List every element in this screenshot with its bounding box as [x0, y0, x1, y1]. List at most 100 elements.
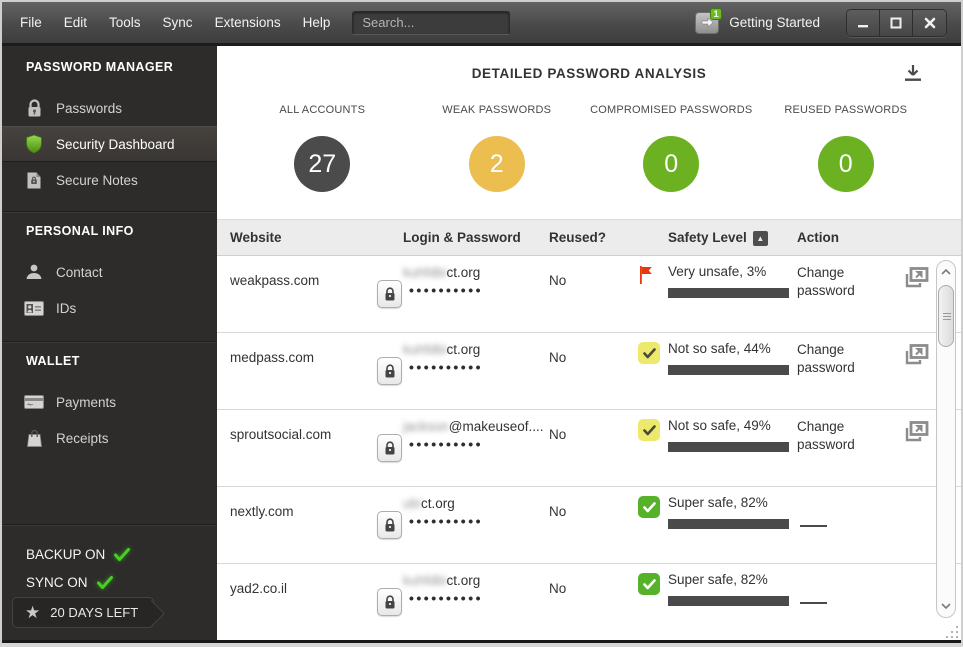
sync-status[interactable]: SYNC ON: [26, 570, 113, 594]
sidebar-item-payments[interactable]: Payments: [2, 384, 217, 420]
open-website-icon[interactable]: [903, 342, 930, 369]
sidebar-item-label: Security Dashboard: [56, 136, 175, 152]
password-mask: ••••••••••: [409, 590, 484, 606]
col-safety-level[interactable]: Safety Level ▲: [668, 230, 768, 246]
menu-sync[interactable]: Sync: [163, 15, 193, 30]
star-icon: ★: [25, 603, 41, 622]
scrollbar-thumb[interactable]: [938, 285, 954, 347]
yellow-check-icon: [638, 342, 660, 364]
backup-status-label: BACKUP ON: [26, 546, 106, 562]
lock-icon: [385, 594, 394, 608]
table-row[interactable]: weakpass.com kuhfdbict.org •••••••••• No…: [217, 256, 961, 333]
stat-compromised-passwords: COMPROMISED PASSWORDS 0: [584, 104, 759, 192]
lock-icon: [24, 98, 44, 118]
section-password-manager: PASSWORD MANAGER: [26, 60, 174, 74]
export-report-icon[interactable]: [903, 63, 923, 83]
stat-circle-compromised-passwords: 0: [643, 136, 700, 192]
minimize-button[interactable]: [847, 9, 880, 36]
website-cell: nextly.com: [230, 504, 294, 519]
table-row[interactable]: yad2.co.il kuhfdbict.org •••••••••• No S…: [217, 564, 961, 640]
menu-tools[interactable]: Tools: [109, 15, 141, 30]
safety-level-text: Not so safe, 44%: [668, 341, 771, 356]
stat-label: COMPROMISED PASSWORDS: [590, 104, 753, 116]
no-action-dash: [800, 525, 827, 527]
stat-all-accounts: ALL ACCOUNTS 27: [235, 104, 410, 192]
stat-label: WEAK PASSWORDS: [442, 104, 552, 116]
login-cell: jackson@makeuseof....: [403, 419, 544, 434]
credit-card-icon: [24, 392, 44, 412]
scroll-down-icon[interactable]: [937, 597, 955, 615]
window-bottom-frame: [2, 640, 961, 643]
col-website[interactable]: Website: [230, 230, 282, 245]
col-reused[interactable]: Reused?: [549, 230, 606, 245]
table-row[interactable]: sproutsocial.com jackson@makeuseof.... •…: [217, 410, 961, 487]
open-website-icon[interactable]: [903, 419, 930, 446]
lock-icon: [385, 286, 394, 300]
redacted-login: kuhfdbi: [403, 342, 447, 357]
change-password-link[interactable]: Change password: [797, 341, 885, 377]
website-cell: medpass.com: [230, 350, 315, 365]
safety-level-text: Not so safe, 49%: [668, 418, 771, 433]
redacted-login: ubi: [403, 496, 422, 511]
password-mask: ••••••••••: [409, 282, 484, 298]
lock-icon: [385, 517, 394, 531]
sidebar-divider: [2, 524, 217, 526]
sidebar-item-secure-notes[interactable]: Secure Notes: [2, 162, 217, 198]
password-mask: ••••••••••: [409, 513, 484, 529]
menu-help[interactable]: Help: [303, 15, 331, 30]
sidebar-item-contact[interactable]: Contact: [2, 254, 217, 290]
stat-circle-reused-passwords: 0: [817, 136, 874, 192]
safety-level-bar: [668, 596, 789, 606]
no-action-dash: [800, 602, 827, 604]
sidebar-item-label: Receipts: [56, 430, 109, 446]
safety-level-text: Very unsafe, 3%: [668, 264, 767, 279]
website-cell: sproutsocial.com: [230, 427, 332, 442]
green-check-icon: [96, 575, 113, 589]
menu-file[interactable]: File: [20, 15, 42, 30]
col-login-password[interactable]: Login & Password: [403, 230, 521, 245]
sidebar-item-label: Secure Notes: [56, 172, 138, 188]
close-button[interactable]: [913, 9, 946, 36]
sidebar-item-receipts[interactable]: Receipts: [2, 420, 217, 456]
open-website-icon[interactable]: [903, 265, 930, 292]
maximize-button[interactable]: [880, 9, 913, 36]
reveal-password-button[interactable]: [377, 280, 402, 308]
table-row[interactable]: nextly.com ubict.org •••••••••• No Super…: [217, 487, 961, 564]
shield-icon: [24, 134, 44, 154]
redacted-login: kuhfdbi: [403, 573, 447, 588]
resize-grip[interactable]: [942, 624, 958, 638]
sync-status-label: SYNC ON: [26, 574, 88, 590]
menu-edit[interactable]: Edit: [64, 15, 87, 30]
page-title: DETAILED PASSWORD ANALYSIS: [471, 66, 707, 81]
getting-started-button[interactable]: 1 Getting Started: [695, 7, 820, 34]
id-card-icon: [24, 298, 44, 318]
backup-status[interactable]: BACKUP ON: [26, 542, 131, 566]
getting-started-label: Getting Started: [729, 15, 820, 30]
reveal-password-button[interactable]: [377, 588, 402, 616]
reveal-password-button[interactable]: [377, 434, 402, 462]
sort-ascending-icon[interactable]: ▲: [752, 231, 768, 246]
change-password-link[interactable]: Change password: [797, 264, 885, 300]
reveal-password-button[interactable]: [377, 511, 402, 539]
change-password-link[interactable]: Change password: [797, 418, 885, 454]
sidebar-item-passwords[interactable]: Passwords: [2, 90, 217, 126]
security-dashboard-panel: DETAILED PASSWORD ANALYSIS ALL ACCOUNTS …: [217, 46, 961, 640]
website-cell: weakpass.com: [230, 273, 320, 288]
table-row[interactable]: medpass.com kuhfdbict.org •••••••••• No …: [217, 333, 961, 410]
sidebar-item-ids[interactable]: IDs: [2, 290, 217, 326]
green-check-icon: [114, 547, 131, 561]
red-flag-icon: [638, 265, 660, 287]
reveal-password-button[interactable]: [377, 357, 402, 385]
vertical-scrollbar[interactable]: [936, 260, 956, 618]
scroll-up-icon[interactable]: [937, 263, 955, 281]
search-input[interactable]: [352, 10, 511, 35]
secure-note-icon: [24, 170, 44, 190]
trial-days-left-badge[interactable]: ★ 20 DAYS LEFT: [12, 597, 154, 628]
col-action[interactable]: Action: [797, 230, 839, 245]
safety-level-bar: [668, 519, 789, 529]
menu-extensions[interactable]: Extensions: [215, 15, 281, 30]
login-cell: kuhfdbict.org: [403, 342, 481, 357]
sidebar-item-security-dashboard[interactable]: Security Dashboard: [2, 126, 217, 162]
stat-label: ALL ACCOUNTS: [279, 104, 366, 116]
sidebar-divider: [2, 341, 217, 343]
